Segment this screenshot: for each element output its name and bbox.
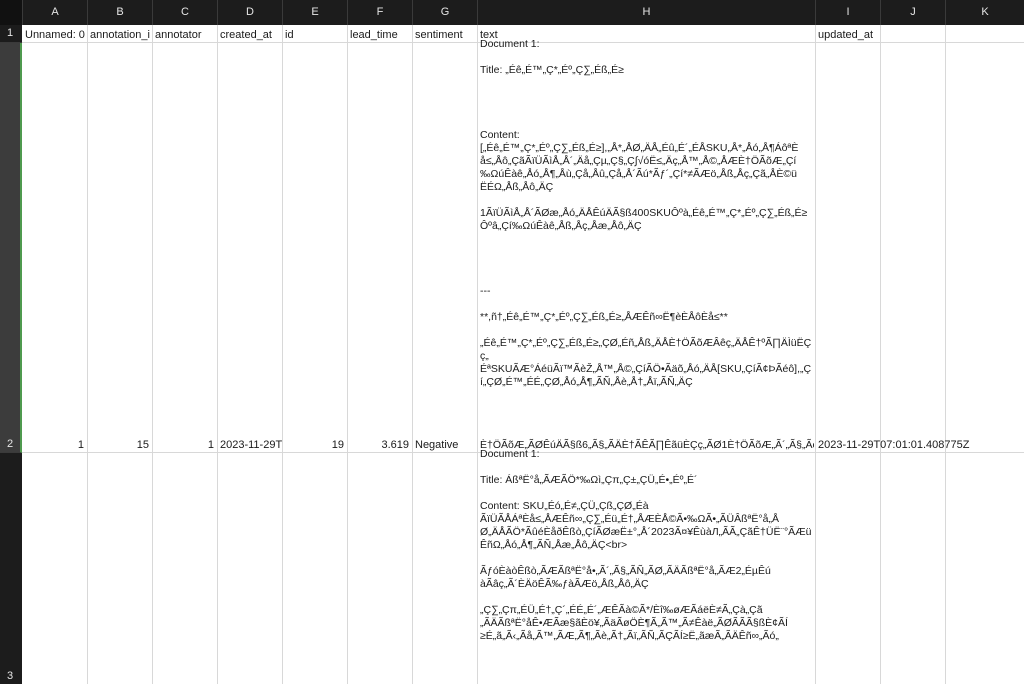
text-line: [„Éê„É™„Ç*„Éº„Ç∑„Éß„É≥],„Å*„ÅØ„ÄÅ„Éû„É´„…: [480, 142, 799, 154]
text-line: [480, 259, 814, 272]
column-header-h[interactable]: H: [478, 0, 816, 25]
text-line: [480, 487, 814, 500]
text-line: í„ÇØ„É™„ÉÉ„ÇØ„Åó„Å¶„ÃÑ„Åè„Å†„Åï„ÃÑ„ÄÇ: [480, 376, 693, 388]
text-line: ËÉΩ„Åß„Åô„ÄÇ: [480, 181, 554, 193]
column-header-j[interactable]: J: [881, 0, 946, 25]
row-number: 1: [6, 27, 14, 39]
text-line: [480, 77, 814, 90]
text-line: „Éê„É™„Ç*„Éº„Ç∑„Éß„É≥„ÇØ„Éñ„Åß„ÄÅÈ†ÖÃõÆÂ…: [480, 337, 812, 362]
cell-e2[interactable]: 19: [282, 438, 347, 452]
column-header-i[interactable]: I: [816, 0, 881, 25]
row-header-3[interactable]: 3: [0, 453, 22, 684]
cell-a1[interactable]: Unnamed: 0: [22, 27, 87, 43]
column-header-k[interactable]: K: [946, 0, 1024, 25]
text-line: [480, 272, 814, 285]
text-line: àÃâç„Ã´ÈÄöÊÃ‰ƒàÃÆö„Åß„Åô„ÄÇ: [480, 578, 649, 590]
cell-d1[interactable]: created_at: [217, 27, 282, 43]
cell-e1[interactable]: id: [282, 27, 347, 43]
cell-b2[interactable]: 15: [87, 438, 152, 452]
text-line: [480, 591, 814, 604]
text-line: [480, 246, 814, 259]
row-number: 2: [6, 438, 14, 450]
column-header-b[interactable]: B: [88, 0, 153, 25]
cell-c1[interactable]: annotator: [152, 27, 217, 43]
row-header-1[interactable]: 1: [0, 25, 22, 43]
grid-line: [815, 25, 816, 684]
cell-g1[interactable]: sentiment: [412, 27, 477, 43]
text-line: Ôºâ„Çí‰ΩúÊàê„Åß„Åç„Åæ„Åô„ÄÇ: [480, 220, 642, 232]
cell-g2[interactable]: Negative: [415, 438, 477, 452]
text-line: **,ñ†„Éê„É™„Ç*„Éº„Ç∑„Éß„É≥„ÅÆÊñ∞Ë¶èÈÅôÈå…: [480, 311, 728, 323]
text-line: ‰ΩúÊàê„Åó„Å¶„Åù„Çå„Åû„Çå„Å´Ãú*Ãƒ´„Çí*≠ÃÆ…: [480, 168, 797, 180]
text-line: ---: [480, 285, 491, 297]
text-line: ≥É„ã„Ã‹„Ãå„Ã™„ÃÆ„Ã¶„Ãè„Ã†„Ãï„ÃÑ„ÃÇÃÍ≥Ë„ã…: [480, 630, 779, 642]
text-line: Content: SKU„Éó„É≠„ÇÜ„Çß„ÇØ„Éà: [480, 500, 649, 512]
cell-i2[interactable]: 2023-11-29T07:01:01.408775Z: [818, 438, 1022, 452]
column-header-d[interactable]: D: [218, 0, 283, 25]
text-line: [480, 324, 814, 337]
cell-d2[interactable]: 2023-11-29T: [220, 438, 282, 452]
text-lines: Document 1: Title: ÁßªË°å„ÃÆÃÖ*‰Ωì„Çπ„Ç±…: [480, 448, 814, 643]
row-number: 3: [6, 670, 14, 682]
cell-b1[interactable]: annotation_i: [87, 27, 152, 43]
text-line: [480, 194, 814, 207]
text-line: 1ÃïÜÃìÅ„Å´ÃØæ„Åó„ÄÅÊúÄÃ§ß400SKUÔºà„Éê„É™…: [480, 207, 808, 219]
cell-f1[interactable]: lead_time: [347, 27, 412, 43]
text-line: Document 1:: [480, 448, 540, 460]
text-line: Document 1:: [480, 38, 540, 50]
column-header-c[interactable]: C: [153, 0, 218, 25]
cell-a2[interactable]: 1: [22, 438, 87, 452]
grid-line: [347, 25, 348, 684]
select-all-corner[interactable]: [0, 0, 23, 25]
column-header-e[interactable]: E: [283, 0, 348, 25]
text-line: [480, 298, 814, 311]
text-line: å≤„Åô„ÇãÃïÜÃìÅ„Å´„Äå„Çµ„Ç§„Ç∫√óË≤„Äç„Å™„…: [480, 155, 797, 167]
text-line: [480, 90, 814, 103]
text-line: Title: ÁßªË°å„ÃÆÃÖ*‰Ωì„Çπ„Ç±„ÇÜ„É•„Éº„É´: [480, 474, 698, 486]
grid-line: [412, 25, 413, 684]
column-header-g[interactable]: G: [413, 0, 478, 25]
text-line: ÊñΩ„Åó„Å¶„ÃÑ„Åæ„Åô„ÄÇ<br>: [480, 539, 628, 551]
text-line: ÃïÜÃÅÁªÈå≤„ÅÆÊñ∞„Ç∑„Éü„É†„ÅÆÈÅ©Ã•‰ΩÃ•„ÃÜ…: [480, 513, 779, 525]
grid-line: [217, 25, 218, 684]
cell-h2-text[interactable]: Document 1: Title: „Éê„É™„Ç*„Éº„Ç∑„Éß„É≥…: [480, 38, 814, 438]
column-header-a[interactable]: A: [23, 0, 88, 25]
text-line: Ø„ÄÅÃÖ*ÃûéÈåðÊßò„ÇíÃØæË±°„Å´2023Ã¤¥ÊùàЛ„…: [480, 526, 812, 538]
column-header-bar: A B C D E F G H I J K: [0, 0, 1024, 25]
cell-i1[interactable]: updated_at: [815, 27, 880, 43]
text-lines: Document 1: Title: „Éê„É™„Ç*„Éº„Ç∑„Éß„É≥…: [480, 38, 814, 389]
grid-line: [880, 25, 881, 684]
grid-line: [477, 25, 478, 684]
grid-line: [87, 25, 88, 684]
text-line: [480, 461, 814, 474]
text-line: [480, 552, 814, 565]
column-header-f[interactable]: F: [348, 0, 413, 25]
cell-f2[interactable]: 3.619: [347, 438, 412, 452]
row-header-2[interactable]: 2: [0, 43, 22, 453]
text-line: Title: „Éê„É™„Ç*„Éº„Ç∑„Éß„É≥: [480, 64, 624, 76]
text-line: Content:: [480, 129, 520, 141]
text-line: [480, 103, 814, 116]
text-line: „Ç∑„Çπ„ÉÜ„É†„Ç´„ÉÉ„É´„ÆÊÃà©Ã*/Èî‰øÆÃáëÈ≠…: [480, 604, 763, 616]
text-line: ÃƒóÈàòÊßò„ÃÆÃßªË°å•„Ã´„Ã§„ÃÑ„ÃØ„ÃÄÃßªË°å…: [480, 565, 771, 577]
text-line: ÉªSKUÃÆ°ÁéüÃï™ÃèŽ„Å™„Å©„ÇíÃÖ•Ãäõ„Åó„ÄÅ[S…: [480, 363, 812, 375]
text-line: [480, 116, 814, 129]
grid-line: [282, 25, 283, 684]
text-line: [480, 51, 814, 64]
cell-h3-text[interactable]: Document 1: Title: ÁßªË°å„ÃÆÃÖ*‰Ωì„Çπ„Ç±…: [480, 448, 814, 684]
grid-line: [152, 25, 153, 684]
grid-line: [945, 25, 946, 684]
text-line: „ÃÄÃßªË°åÊ•ÆÃæ§ãÈö¥„ÃäÃøÖÈ¶Ã„Ã™„Ã≠Êàë„ÃØ…: [480, 617, 788, 629]
cell-c2[interactable]: 1: [152, 438, 217, 452]
text-line: [480, 233, 814, 246]
